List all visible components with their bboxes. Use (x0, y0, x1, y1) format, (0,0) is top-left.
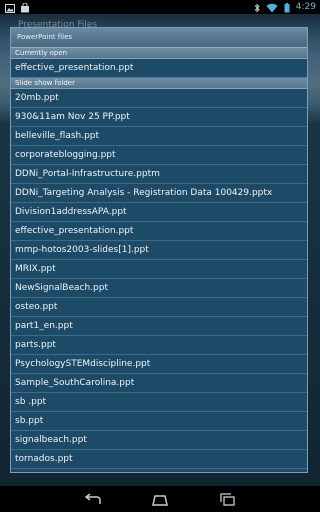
clock: 4:29 (295, 2, 316, 12)
file-item[interactable]: PsychologySTEMdiscipline.ppt (11, 355, 307, 374)
file-item[interactable]: NewSignalBeach.ppt (11, 279, 307, 298)
recent-apps-icon[interactable] (217, 492, 239, 506)
file-item[interactable]: 930&11am Nov 25 PP.ppt (11, 108, 307, 127)
file-item[interactable]: WhiteGlobalPartners.ppt (11, 469, 307, 472)
home-icon[interactable] (149, 492, 171, 506)
back-icon[interactable] (82, 492, 104, 506)
notification-icons (5, 2, 30, 13)
file-item[interactable]: DDNi_Targeting Analysis - Registration D… (11, 184, 307, 203)
file-item[interactable]: belleville_flash.ppt (11, 127, 307, 146)
dialog-title: PowerPoint files (11, 28, 307, 48)
file-item[interactable]: effective_presentation.ppt (11, 59, 307, 78)
file-item[interactable]: sb .ppt (11, 393, 307, 412)
file-item[interactable]: tornados.ppt (11, 450, 307, 469)
file-item[interactable]: Division1addressAPA.ppt (11, 203, 307, 222)
file-item[interactable]: DDNi_Portal-Infrastructure.pptm (11, 165, 307, 184)
file-item[interactable]: effective_presentation.ppt (11, 222, 307, 241)
file-item[interactable]: parts.ppt (11, 336, 307, 355)
section-header-currently-open: Currently open (11, 48, 307, 59)
file-item[interactable]: 20mb.ppt (11, 89, 307, 108)
file-item[interactable]: osteo.ppt (11, 298, 307, 317)
file-item[interactable]: mmp-hotos2003-slides[1].ppt (11, 241, 307, 260)
currently-open-list: effective_presentation.ppt (11, 59, 307, 78)
powerpoint-files-dialog: PowerPoint files Currently open effectiv… (10, 27, 308, 473)
slide-show-folder-list: 20mb.ppt 930&11am Nov 25 PP.ppt belleville… (11, 89, 307, 472)
status-bar: 4:29 (0, 0, 320, 14)
file-item[interactable]: MRIX.ppt (11, 260, 307, 279)
file-item[interactable]: part1_en.ppt (11, 317, 307, 336)
file-item[interactable]: sb.ppt (11, 412, 307, 431)
navigation-bar (0, 486, 320, 512)
file-item[interactable]: signalbeach.ppt (11, 431, 307, 450)
file-item[interactable]: Sample_SouthCarolina.ppt (11, 374, 307, 393)
file-item[interactable]: corporateblogging.ppt (11, 146, 307, 165)
section-header-slide-show-folder: Slide show folder (11, 78, 307, 89)
system-icons: 4:29 (254, 1, 316, 13)
